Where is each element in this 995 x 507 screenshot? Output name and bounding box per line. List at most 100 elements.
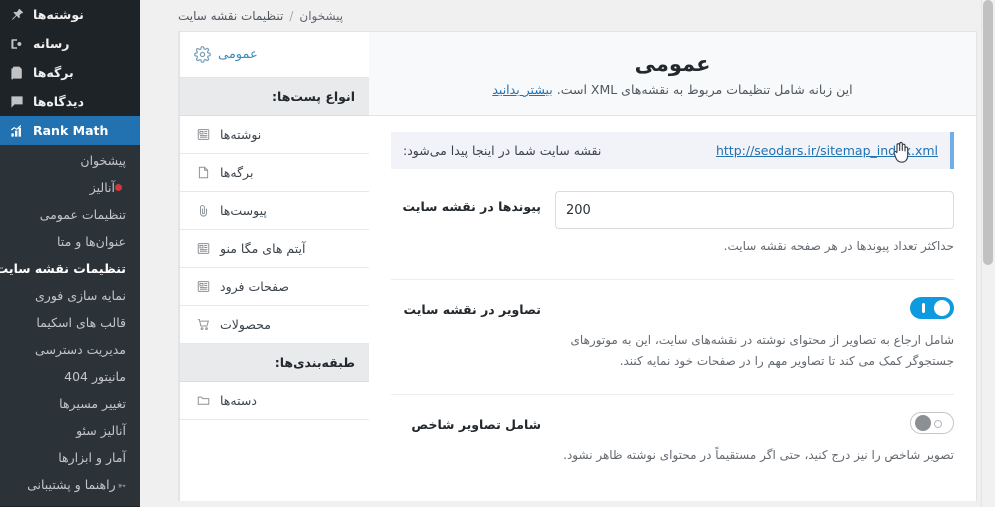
breadcrumb-home[interactable]: پیشخوان: [299, 9, 343, 23]
toggle-knob: [915, 415, 931, 431]
media-icon: [8, 35, 26, 53]
cpt-tab-pages[interactable]: برگه‌ها: [180, 154, 369, 192]
page-subtitle: این زبانه شامل تنظیمات مربوط به نقشه‌های…: [389, 82, 956, 97]
sidebar-item-media[interactable]: رسانه: [0, 29, 140, 58]
toggle-knob: [934, 300, 950, 316]
admin-sidebar: نوشته‌ها رسانه برگه‌ها دیدگاه‌ها Rank Ma: [0, 0, 140, 507]
include-featured-image-toggle[interactable]: [910, 412, 954, 434]
panel-header: عمومی این زبانه شامل تنظیمات مربوط به نق…: [369, 32, 976, 116]
submenu-item-status-tools[interactable]: آمار و ابزارها: [0, 444, 140, 471]
submenu-item-dashboard[interactable]: پیشخوان: [0, 147, 140, 174]
cpt-tab-posts[interactable]: نوشته‌ها: [180, 116, 369, 154]
sitemap-url-notice: نقشه سایت شما در اینجا پیدا می‌شود: http…: [391, 132, 954, 169]
submenu-item-analytics[interactable]: آنالیز: [0, 174, 140, 201]
submenu-item-schema-templates[interactable]: قالب های اسکیما: [0, 309, 140, 336]
folder-icon: [194, 393, 211, 408]
sidebar-item-posts[interactable]: نوشته‌ها: [0, 0, 140, 29]
field-images-in-sitemap: تصاویر در نقشه سایت شامل ارجاع به تصاویر…: [391, 294, 954, 378]
submenu-item-sitemap-settings[interactable]: تنظیمات نقشه سایت: [0, 255, 140, 282]
tab-general[interactable]: عمومی: [180, 32, 369, 78]
cart-icon: [194, 317, 211, 332]
page-scrollbar[interactable]: [981, 0, 995, 507]
field-include-featured-image: شامل تصاویر شاخص تصویر شاخص را نیز درج ک…: [391, 409, 954, 472]
page-subtitle-text: این زبانه شامل تنظیمات مربوط به نقشه‌های…: [556, 82, 853, 97]
rankmath-icon: [8, 122, 26, 140]
cpt-tab-label: برگه‌ها: [220, 165, 254, 180]
rank-math-submenu: پیشخوان آنالیز تنظیمات عمومی عنوان‌ها و …: [0, 145, 140, 506]
submenu-item-role-manager[interactable]: مدیریت دسترسی: [0, 336, 140, 363]
cpt-tab-label: پیوست‌ها: [220, 203, 267, 218]
field-links-per-sitemap: پیوندها در نقشه سایت حداکثر تعداد پیونده…: [391, 191, 954, 263]
submenu-item-redirections[interactable]: تغییر مسیرها: [0, 390, 140, 417]
comment-icon: [8, 93, 26, 111]
field-label: پیوندها در نقشه سایت: [402, 199, 541, 214]
main-content: پیشخوان / تنظیمات نقشه سایت عمومی انواع پس…: [140, 0, 995, 507]
submenu-item-titles-meta[interactable]: عنوان‌ها و متا: [0, 228, 140, 255]
field-help: شامل ارجاع به تصاویر از محتوای نوشته در …: [570, 333, 954, 368]
submenu-item-404-monitor[interactable]: مانیتور 404: [0, 363, 140, 390]
settings-form: نقشه سایت شما در اینجا پیدا می‌شود: http…: [369, 116, 976, 472]
sidebar-item-label: Rank Math: [33, 123, 109, 138]
post-icon: [194, 127, 211, 142]
toggle-bar-icon: [922, 303, 925, 313]
external-link-icon: ➳: [117, 481, 126, 492]
divider: [391, 394, 954, 395]
field-control: تصویر شاخص را نیز درج کنید، حتی اگر مستق…: [555, 409, 954, 466]
settings-panel: عمومی انواع پست‌ها: نوشته‌ها برگه‌ها پیو…: [178, 31, 977, 501]
submenu-item-instant-indexing[interactable]: نمایه سازی فوری: [0, 282, 140, 309]
field-label: شامل تصاویر شاخص: [411, 417, 541, 432]
submenu-item-general-settings[interactable]: تنظیمات عمومی: [0, 201, 140, 228]
cpt-tab-products[interactable]: محصولات: [180, 306, 369, 344]
field-help: حداکثر تعداد پیوندها در هر صفحه نقشه سای…: [723, 239, 954, 253]
breadcrumb-separator: /: [289, 9, 294, 23]
cpt-tab-label: محصولات: [220, 317, 271, 332]
badge-dot-icon: [115, 184, 122, 191]
links-per-sitemap-input[interactable]: [555, 191, 954, 229]
field-label: تصاویر در نقشه سایت: [403, 302, 541, 317]
cpt-tab-mega-menu-items[interactable]: آیتم های مگا منو: [180, 230, 369, 268]
sidebar-item-pages[interactable]: برگه‌ها: [0, 58, 140, 87]
sitemap-tabs-panel: عمومی انواع پست‌ها: نوشته‌ها برگه‌ها پیو…: [179, 32, 369, 501]
toggle-ring-icon: [934, 420, 942, 428]
sidebar-item-label: رسانه: [33, 36, 70, 51]
cpt-tab-label: صفحات فرود: [220, 279, 290, 294]
settings-main: عمومی این زبانه شامل تنظیمات مربوط به نق…: [369, 32, 976, 501]
cpt-tab-label: نوشته‌ها: [220, 127, 262, 142]
sidebar-item-comments[interactable]: دیدگاه‌ها: [0, 87, 140, 116]
field-help: تصویر شاخص را نیز درج کنید، حتی اگر مستق…: [563, 448, 954, 462]
cpt-tab-attachments[interactable]: پیوست‌ها: [180, 192, 369, 230]
breadcrumb-current: تنظیمات نقشه سایت: [178, 9, 284, 23]
sitemap-url-link[interactable]: http://seodars.ir/sitemap_index.xml: [716, 143, 938, 158]
submenu-item-label: آنالیز: [89, 180, 115, 195]
tab-general-label: عمومی: [218, 47, 258, 62]
submenu-item-label: راهنما و پشتیبانی: [27, 477, 116, 492]
field-control: شامل ارجاع به تصاویر از محتوای نوشته در …: [555, 294, 954, 372]
attachment-icon: [194, 203, 211, 218]
cpt-tab-label: آیتم های مگا منو: [220, 241, 306, 256]
post-icon: [194, 241, 211, 256]
divider: [391, 279, 954, 280]
sidebar-item-label: نوشته‌ها: [33, 7, 84, 22]
field-control: حداکثر تعداد پیوندها در هر صفحه نقشه سای…: [555, 191, 954, 257]
sidebar-item-label: برگه‌ها: [33, 65, 74, 80]
sidebar-item-rank-math[interactable]: Rank Math: [0, 116, 140, 145]
page-title: عمومی: [634, 52, 711, 76]
breadcrumb: پیشخوان / تنظیمات نقشه سایت: [154, 0, 995, 31]
learn-more-link[interactable]: بیشتر بدانید: [492, 82, 552, 97]
cpt-tab-landing-pages[interactable]: صفحات فرود: [180, 268, 369, 306]
pages-icon: [8, 64, 26, 82]
sidebar-item-label: دیدگاه‌ها: [33, 94, 85, 109]
sitemap-url-notice-text: نقشه سایت شما در اینجا پیدا می‌شود:: [403, 143, 602, 158]
page-icon: [194, 165, 211, 180]
group-header-post-types: انواع پست‌ها:: [180, 78, 369, 116]
images-in-sitemap-toggle[interactable]: [910, 297, 954, 319]
page-scrollbar-thumb[interactable]: [983, 0, 993, 265]
post-icon: [194, 279, 211, 294]
group-header-taxonomies: طبقه‌بندی‌ها:: [180, 344, 369, 382]
cpt-tab-label: دسته‌ها: [220, 393, 257, 408]
submenu-item-seo-analysis[interactable]: آنالیز سئو: [0, 417, 140, 444]
admin-screen: نوشته‌ها رسانه برگه‌ها دیدگاه‌ها Rank Ma: [0, 0, 995, 507]
pin-icon: [8, 6, 26, 24]
submenu-item-help-support[interactable]: ➳راهنما و پشتیبانی: [0, 471, 140, 500]
cpt-tab-categories[interactable]: دسته‌ها: [180, 382, 369, 420]
